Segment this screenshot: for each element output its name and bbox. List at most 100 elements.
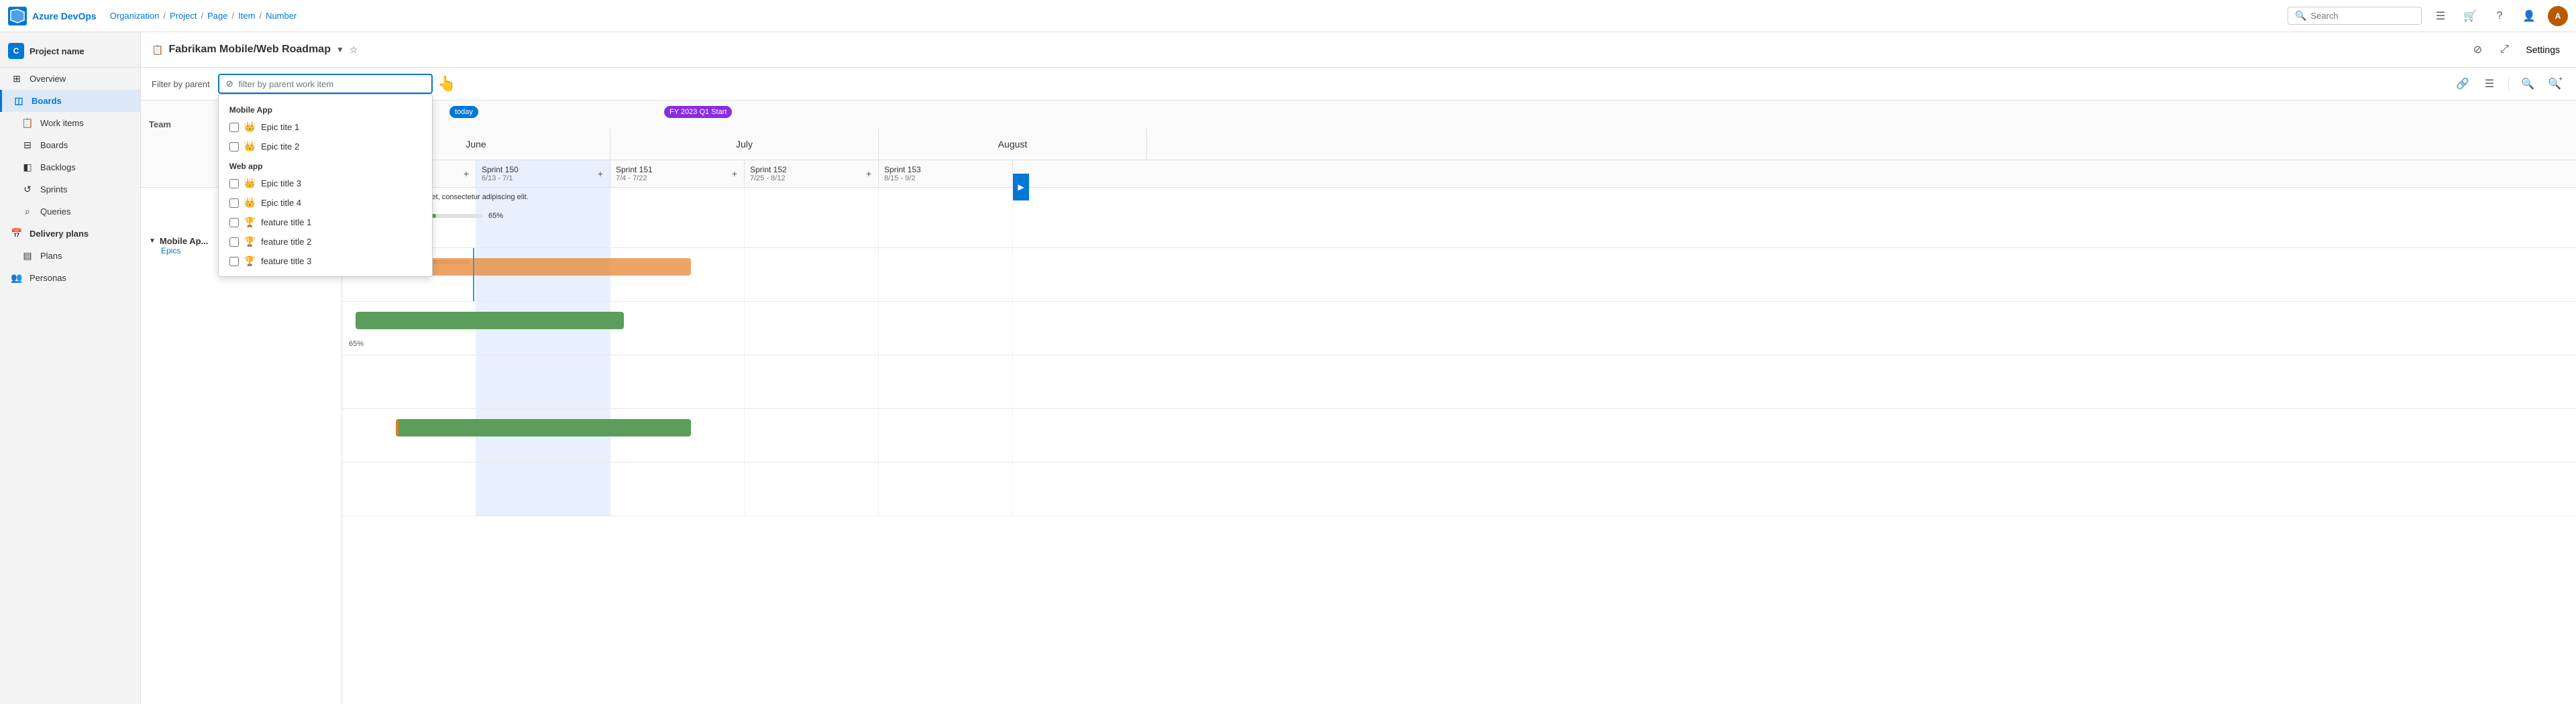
sidebar-item-plans[interactable]: ▤ Plans <box>0 245 140 267</box>
breadcrumb-page[interactable]: Page <box>207 11 227 21</box>
dropdown-item-epic4[interactable]: 👑 Epic title 4 <box>219 193 432 213</box>
dropdown-item-epic4-checkbox[interactable] <box>229 198 239 208</box>
search-icon: 🔍 <box>2295 10 2306 21</box>
sidebar-item-overview[interactable]: ⊞ Overview <box>0 68 140 90</box>
filter-parent-input[interactable] <box>239 79 413 89</box>
gantt-row-1-content: Lorem ipsum dolor sit amet, consectetur … <box>349 193 2569 220</box>
dropdown-item-epic1-checkbox[interactable] <box>229 123 239 132</box>
collapse-icon[interactable]: ▼ <box>149 237 156 245</box>
sprint-152-dates: 7/25 - 8/12 <box>750 174 787 182</box>
project-icon: C <box>8 43 24 59</box>
page-title: Fabrikam Mobile/Web Roadmap <box>168 44 331 56</box>
sprint-152-add-button[interactable]: + <box>862 167 875 180</box>
page-title-dropdown-icon[interactable]: ▼ <box>336 45 344 54</box>
sidebar-item-personas[interactable]: 👥 Personas <box>0 267 140 289</box>
sprint-153-dates: 8/15 - 9/2 <box>884 174 921 182</box>
link-icon-button[interactable]: 🔗 <box>2452 73 2473 95</box>
search-box[interactable]: 🔍 <box>2288 7 2422 25</box>
dropdown-item-epic2-checkbox[interactable] <box>229 142 239 152</box>
gantt-col-4-4 <box>745 355 879 408</box>
logo[interactable]: Azure DevOps <box>8 7 97 25</box>
epic-icon-2: 👑 <box>244 141 256 152</box>
sprint-151-add-button[interactable]: + <box>728 167 741 180</box>
gantt-col-3-3 <box>610 302 745 355</box>
user-settings-button[interactable]: 👤 <box>2518 5 2540 27</box>
sidebar: C Project name ⊞ Overview ◫ Boards 📋 Wor… <box>0 32 141 704</box>
sidebar-item-boards[interactable]: ◫ Boards <box>0 90 140 112</box>
epic-icon-4: 👑 <box>244 197 256 209</box>
dropdown-item-feature3-label: feature title 3 <box>261 256 311 266</box>
list-view-button[interactable]: ☰ <box>2430 5 2451 27</box>
dropdown-item-feature1-checkbox[interactable] <box>229 218 239 227</box>
bag-icon-button[interactable]: 🛒 <box>2459 5 2481 27</box>
dropdown-group-mobile-app: Mobile App <box>219 100 432 117</box>
gantt-row-3-bar <box>356 312 624 329</box>
dropdown-item-feature1[interactable]: 🏆 feature title 1 <box>219 213 432 232</box>
delivery-plans-icon: 📅 <box>11 228 23 239</box>
gantt-row-2-indicator <box>473 248 474 301</box>
list-icon-button[interactable]: ☰ <box>2479 73 2500 95</box>
dropdown-item-feature2-checkbox[interactable] <box>229 237 239 247</box>
sidebar-item-boards-sub[interactable]: ⊟ Boards <box>0 134 140 156</box>
plans-icon: ▤ <box>21 250 34 261</box>
filter-input-box[interactable]: ⊘ <box>218 74 433 94</box>
expand-button[interactable]: ⤢ <box>2493 39 2515 60</box>
breadcrumb-org[interactable]: Organization <box>110 11 160 21</box>
filter-toggle-button[interactable]: ⊘ <box>2467 39 2488 60</box>
gantt-row-2 <box>342 248 2576 302</box>
breadcrumb: Organization / Project / Page / Item / N… <box>110 11 2288 21</box>
sidebar-item-backlogs[interactable]: ◧ Backlogs <box>0 156 140 178</box>
feature-icon-3: 🏆 <box>244 255 256 267</box>
search-input[interactable] <box>2310 11 2414 21</box>
gantt-row-5-bar <box>396 419 691 436</box>
dropdown-item-epic3[interactable]: 👑 Epic title 3 <box>219 174 432 193</box>
sprint-149-add-button[interactable]: + <box>460 167 473 180</box>
months-row: June July August <box>342 129 2576 160</box>
dropdown-item-epic1[interactable]: 👑 Epic tite 1 <box>219 117 432 137</box>
sidebar-item-sprints[interactable]: ↺ Sprints <box>0 178 140 200</box>
dropdown-item-epic2[interactable]: 👑 Epic tite 2 <box>219 137 432 156</box>
filter-input-icon: ⊘ <box>226 78 233 89</box>
help-button[interactable]: ? <box>2489 5 2510 27</box>
zoom-in-button[interactable]: +🔍 <box>2544 73 2565 95</box>
sidebar-item-boards-sub-label: Boards <box>40 140 68 150</box>
zoom-out-button[interactable]: 🔍 <box>2517 73 2538 95</box>
marker-row: today FY 2023 Q1 Start <box>342 101 2576 129</box>
feature-icon-1: 🏆 <box>244 217 256 228</box>
sprint-152-label: Sprint 152 <box>750 165 787 174</box>
backlogs-icon: ◧ <box>21 162 34 173</box>
dropdown-item-epic1-label: Epic tite 1 <box>261 122 299 132</box>
gantt-rows: Lorem ipsum dolor sit amet, consectetur … <box>342 188 2576 516</box>
mobile-app-label: Mobile Ap... <box>160 236 208 246</box>
dropdown-item-feature3-checkbox[interactable] <box>229 257 239 266</box>
avatar[interactable]: A <box>2548 6 2568 26</box>
sprint-150-add-button[interactable]: + <box>594 167 607 180</box>
sidebar-item-work-items[interactable]: 📋 Work items <box>0 112 140 134</box>
sidebar-item-delivery-plans[interactable]: 📅 Delivery plans <box>0 223 140 245</box>
today-marker: today <box>449 106 478 118</box>
breadcrumb-number[interactable]: Number <box>266 11 297 21</box>
dropdown-item-epic3-checkbox[interactable] <box>229 179 239 188</box>
gantt-row-3-progress-label: 65% <box>349 340 364 348</box>
gantt-row-5 <box>342 409 2576 463</box>
dropdown-item-feature2-label: feature title 2 <box>261 237 311 247</box>
dropdown-item-feature2[interactable]: 🏆 feature title 2 <box>219 232 432 251</box>
page-header: 📋 Fabrikam Mobile/Web Roadmap ▼ ☆ ⊘ ⤢ Se… <box>141 32 2576 68</box>
breadcrumb-project[interactable]: Project <box>170 11 197 21</box>
personas-icon: 👥 <box>11 272 23 284</box>
dropdown-item-feature3[interactable]: 🏆 feature title 3 <box>219 251 432 271</box>
page-title-star-icon[interactable]: ☆ <box>350 44 358 56</box>
breadcrumb-item[interactable]: Item <box>238 11 255 21</box>
gantt-col-6-5 <box>879 463 1013 516</box>
gantt-col-6-4 <box>745 463 879 516</box>
fy-marker: FY 2023 Q1 Start <box>664 106 732 118</box>
page-title-icon: 📋 <box>152 44 163 56</box>
gantt-col-6-1 <box>342 463 476 516</box>
project-header: C Project name <box>0 38 140 68</box>
sidebar-item-queries[interactable]: ⌕ Queries <box>0 200 140 223</box>
settings-button[interactable]: Settings <box>2520 42 2565 58</box>
sidebar-item-delivery-plans-label: Delivery plans <box>30 229 89 239</box>
sprint-151: Sprint 151 7/4 - 7/22 + <box>610 160 745 187</box>
breadcrumb-sep-2: / <box>201 11 204 21</box>
gantt-col-3-4 <box>745 302 879 355</box>
